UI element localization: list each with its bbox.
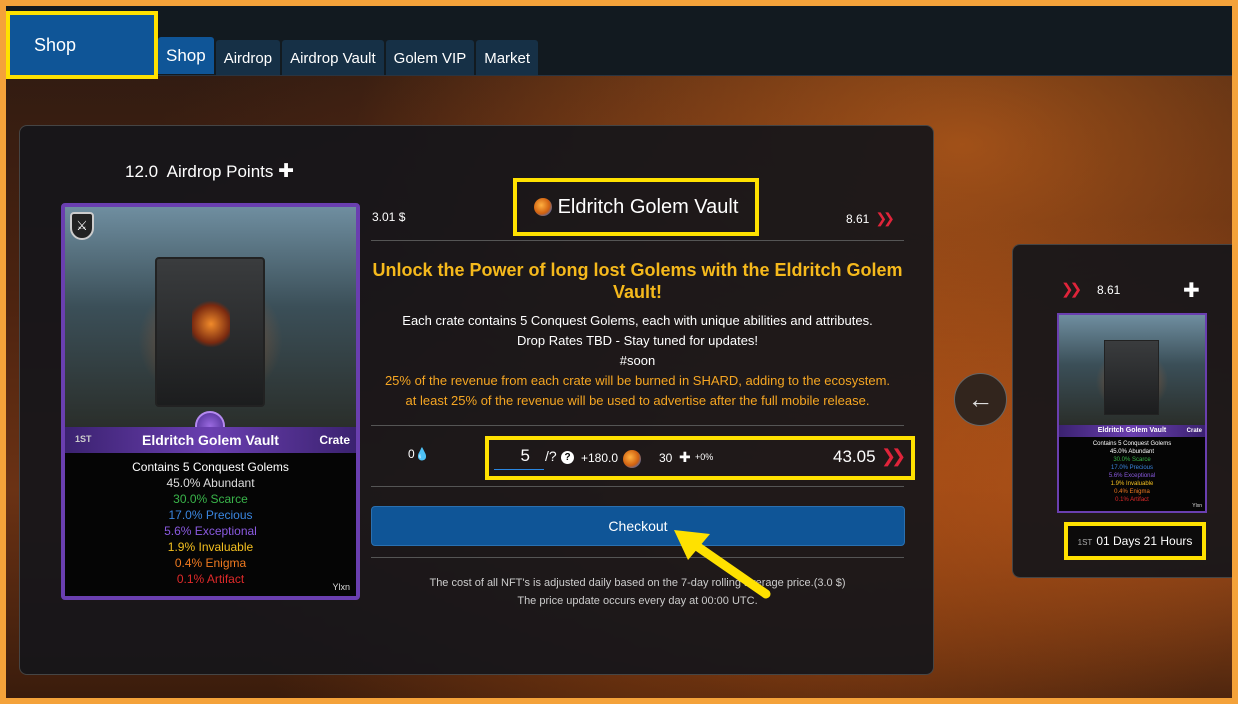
product-title-box: Eldritch Golem Vault (513, 178, 759, 236)
app-frame: Shop Shop Airdrop Airdrop Vault Golem VI… (6, 6, 1232, 698)
card-name-band: 1ST Eldritch Golem Vault Crate (65, 427, 356, 453)
total-price: 43.05 (833, 447, 876, 466)
divider (371, 425, 904, 426)
next-product-panel: ❯❯ 8.61 ✚ Eldritch Golem Vault Crate Con… (1012, 244, 1232, 578)
tab-market[interactable]: Market (476, 40, 539, 75)
card-drop-rates: Contains 5 Conquest Golems 45.0% Abundan… (65, 459, 356, 587)
hive-icon: ❯❯ (875, 210, 895, 226)
help-icon[interactable]: ? (561, 451, 574, 464)
quantity-input[interactable]: 5 (494, 446, 544, 470)
mini-rate-invaluable: 1.9% Invaluable (1110, 481, 1154, 487)
bonus-value: +180.0 (581, 451, 619, 465)
product-description: Each crate contains 5 Conquest Golems, e… (371, 311, 904, 411)
checkout-button[interactable]: Checkout (371, 506, 905, 546)
droplet-icon: 💧 (414, 447, 430, 461)
rate-exceptional: 5.6% Exceptional (164, 524, 257, 538)
airdrop-points-value: 12.0 (125, 162, 159, 181)
rate-invaluable: 1.9% Invaluable (167, 540, 254, 554)
plus-cross-icon: ✚ (1183, 280, 1200, 302)
desc-line-3: #soon (619, 353, 656, 368)
desc-line-1: Each crate contains 5 Conquest Golems, e… (402, 313, 873, 328)
plus-cross-icon: ✚ (278, 161, 295, 182)
mini-rate-precious: 17.0% Precious (1110, 465, 1154, 471)
mini-vault-illustration (1104, 340, 1159, 415)
mini-card-type: Crate (1186, 428, 1202, 434)
timer-edition: 1ST (1077, 538, 1093, 547)
mini-contains: Contains 5 Conquest Golems (1092, 441, 1172, 447)
price-hive-value: 8.61 (846, 212, 870, 226)
mini-card-band: Eldritch Golem Vault Crate (1059, 425, 1205, 437)
price-footnote: The cost of all NFT's is adjusted daily … (371, 574, 904, 610)
desc-line-2: Drop Rates TBD - Stay tuned for updates! (516, 333, 759, 348)
orb-icon (533, 198, 552, 216)
rate-scarce: 30.0% Scarce (173, 492, 248, 506)
card-name: Eldritch Golem Vault (142, 432, 279, 448)
rate-precious: 17.0% Precious (168, 508, 253, 522)
price-hive: 8.61 ❯❯ (846, 210, 895, 227)
mini-rate-artifact: 0.1% Artifact (1115, 497, 1149, 503)
card-author: Ylxn (332, 582, 350, 592)
mini-card-artwork (1059, 315, 1205, 425)
mini-card-name: Eldritch Golem Vault (1097, 427, 1167, 434)
side-price-hive: 8.61 (1097, 283, 1121, 297)
mini-card-author: Ylxn (1192, 503, 1202, 509)
mini-rate-exceptional: 5.6% Exceptional (1108, 473, 1156, 479)
timer-value: 01 Days 21 Hours (1096, 534, 1193, 548)
mini-rate-enigma: 0.4% Enigma (1114, 489, 1150, 495)
drops-value: 0 (408, 447, 415, 461)
pointer-arrow-icon (674, 530, 771, 599)
divider (371, 240, 904, 241)
mini-rate-scarce: 30.0% Scarce (1113, 457, 1151, 463)
top-navigation-bar: Shop Shop Airdrop Airdrop Vault Golem VI… (6, 6, 1232, 79)
footnote-line-1: The cost of all NFT's is adjusted daily … (429, 577, 846, 589)
orb-icon (623, 450, 647, 470)
tab-golem-vip[interactable]: Golem VIP (385, 40, 475, 75)
rate-artifact: 0.1% Artifact (176, 572, 245, 586)
tab-airdrop-vault[interactable]: Airdrop Vault (282, 40, 384, 75)
desc-line-5: at least 25% of the revenue will be used… (405, 393, 870, 408)
previous-arrow-button[interactable]: ← (954, 373, 1007, 426)
purchase-highlight-box: 5 /? ? +180.0 30 ✚ +0% 43.05 ❯❯ (485, 436, 915, 480)
card-contains: Contains 5 Conquest Golems (132, 460, 289, 474)
tab-airdrop[interactable]: Airdrop (215, 40, 281, 75)
divider (371, 486, 904, 487)
price-usd: 3.01 $ (372, 210, 406, 224)
points-value: 30 (659, 451, 673, 465)
tab-bar: Shop Airdrop Airdrop Vault Golem VIP Mar… (158, 37, 539, 75)
rate-abundant: 45.0% Abundant (166, 476, 255, 490)
product-title: Eldritch Golem Vault (557, 196, 739, 218)
countdown-timer: 1ST 01 Days 21 Hours (1064, 522, 1206, 560)
hive-icon: ❯❯ (1061, 281, 1082, 298)
quantity-max: /? (545, 448, 557, 464)
card-type: Crate (319, 433, 350, 447)
hive-icon: ❯❯ (881, 446, 906, 466)
mini-product-card[interactable]: Eldritch Golem Vault Crate Contains 5 Co… (1057, 313, 1207, 513)
purchase-row: 0💧 5 /? ? +180.0 30 ✚ +0% 43.05 ❯❯ (371, 436, 915, 480)
desc-line-4: 25% of the revenue from each crate will … (384, 373, 891, 388)
shield-icon: ⚔ (70, 212, 94, 240)
airdrop-points-label: Airdrop Points (166, 162, 274, 181)
vault-illustration (155, 257, 265, 407)
rate-enigma: 0.4% Enigma (174, 556, 247, 570)
divider (371, 557, 904, 558)
product-panel: 12.0 Airdrop Points ✚ ⚔ 1ST Eldritch Gol… (19, 125, 934, 675)
mini-rate-abundant: 45.0% Abundant (1109, 449, 1155, 455)
tab-shop[interactable]: Shop (158, 37, 214, 74)
drops-balance: 0💧 (408, 447, 430, 461)
footnote-line-2: The price update occurs every day at 00:… (517, 595, 758, 607)
points-percent: +0% (695, 452, 714, 462)
card-artwork: ⚔ (65, 207, 356, 429)
product-card[interactable]: ⚔ 1ST Eldritch Golem Vault Crate Contain… (61, 203, 360, 600)
airdrop-points: 12.0 Airdrop Points ✚ (125, 160, 294, 183)
product-headline: Unlock the Power of long lost Golems wit… (372, 260, 903, 302)
shop-title-box: Shop (6, 11, 158, 79)
mini-card-rates: Contains 5 Conquest Golems 45.0% Abundan… (1059, 440, 1205, 504)
plus-cross-icon: ✚ (679, 449, 691, 465)
